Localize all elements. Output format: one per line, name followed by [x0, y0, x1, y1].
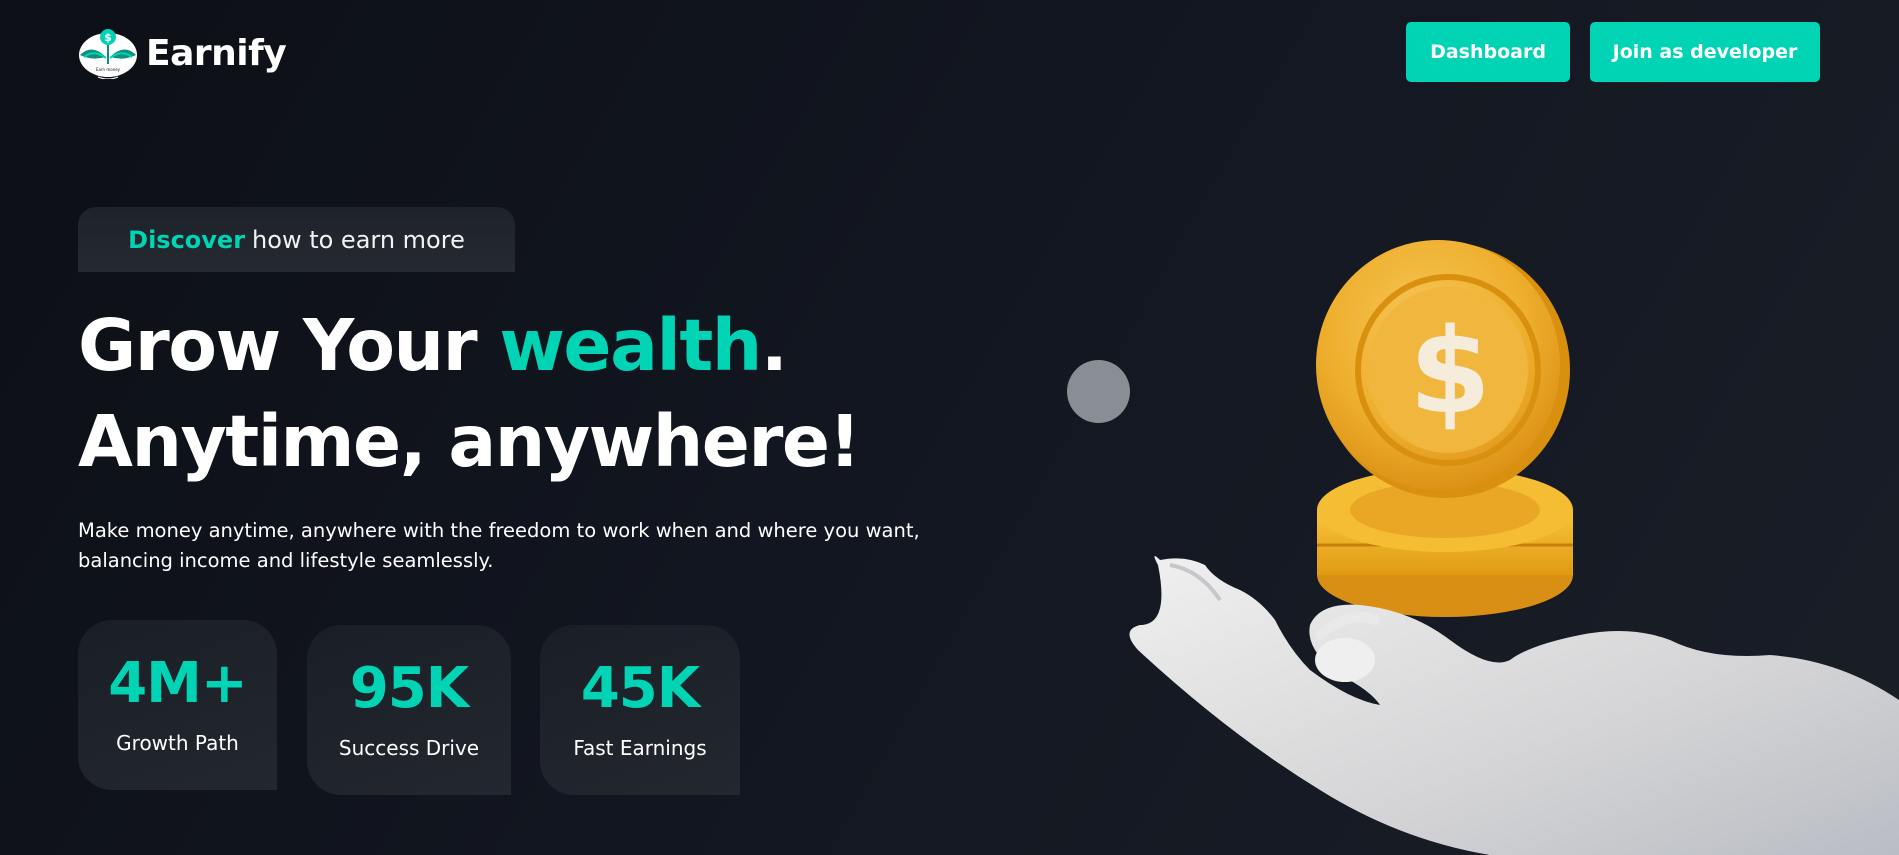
stat-value: 4M+ — [108, 651, 248, 716]
brand-logo[interactable]: $ Earn money Earnify — [78, 27, 287, 79]
brand-name: Earnify — [146, 32, 287, 74]
headline-pre: Grow Your — [78, 304, 500, 387]
discover-badge: Discover how to earn more — [78, 207, 515, 272]
hero-headline: Grow Your wealth. Anytime, anywhere! — [78, 298, 861, 490]
svg-text:$: $ — [104, 31, 112, 44]
stat-value: 45K — [580, 656, 700, 721]
dashboard-button[interactable]: Dashboard — [1406, 22, 1570, 82]
stat-label: Growth Path — [116, 731, 239, 755]
stat-value: 95K — [349, 656, 469, 721]
description-line2: balancing income and lifestyle seamlessl… — [78, 549, 494, 572]
dollar-coin-icon: $ — [1316, 240, 1570, 498]
headline-accent: wealth — [499, 304, 762, 387]
plant-coin-logo-icon: $ Earn money — [79, 29, 137, 79]
stat-card-success-drive: 95K Success Drive — [307, 625, 511, 795]
stat-card-growth-path: 4M+ Growth Path — [78, 620, 277, 790]
stat-label: Fast Earnings — [573, 736, 707, 760]
headline-line2: Anytime, anywhere! — [78, 400, 861, 483]
description-line1: Make money anytime, anywhere with the fr… — [78, 519, 920, 542]
stat-card-fast-earnings: 45K Fast Earnings — [540, 625, 740, 795]
headline-line1: Grow Your wealth. — [78, 304, 788, 387]
badge-accent-text: Discover — [128, 225, 246, 254]
svg-text:Earn money: Earn money — [96, 67, 121, 72]
join-as-developer-button[interactable]: Join as developer — [1590, 22, 1820, 82]
stat-label: Success Drive — [338, 736, 480, 760]
hand-holding-coin-illustration: $ — [1129, 240, 1899, 855]
svg-text:$: $ — [1409, 302, 1491, 440]
badge-text: how to earn more — [252, 225, 465, 254]
headline-period: . — [760, 304, 788, 387]
hero-description: Make money anytime, anywhere with the fr… — [78, 516, 938, 576]
